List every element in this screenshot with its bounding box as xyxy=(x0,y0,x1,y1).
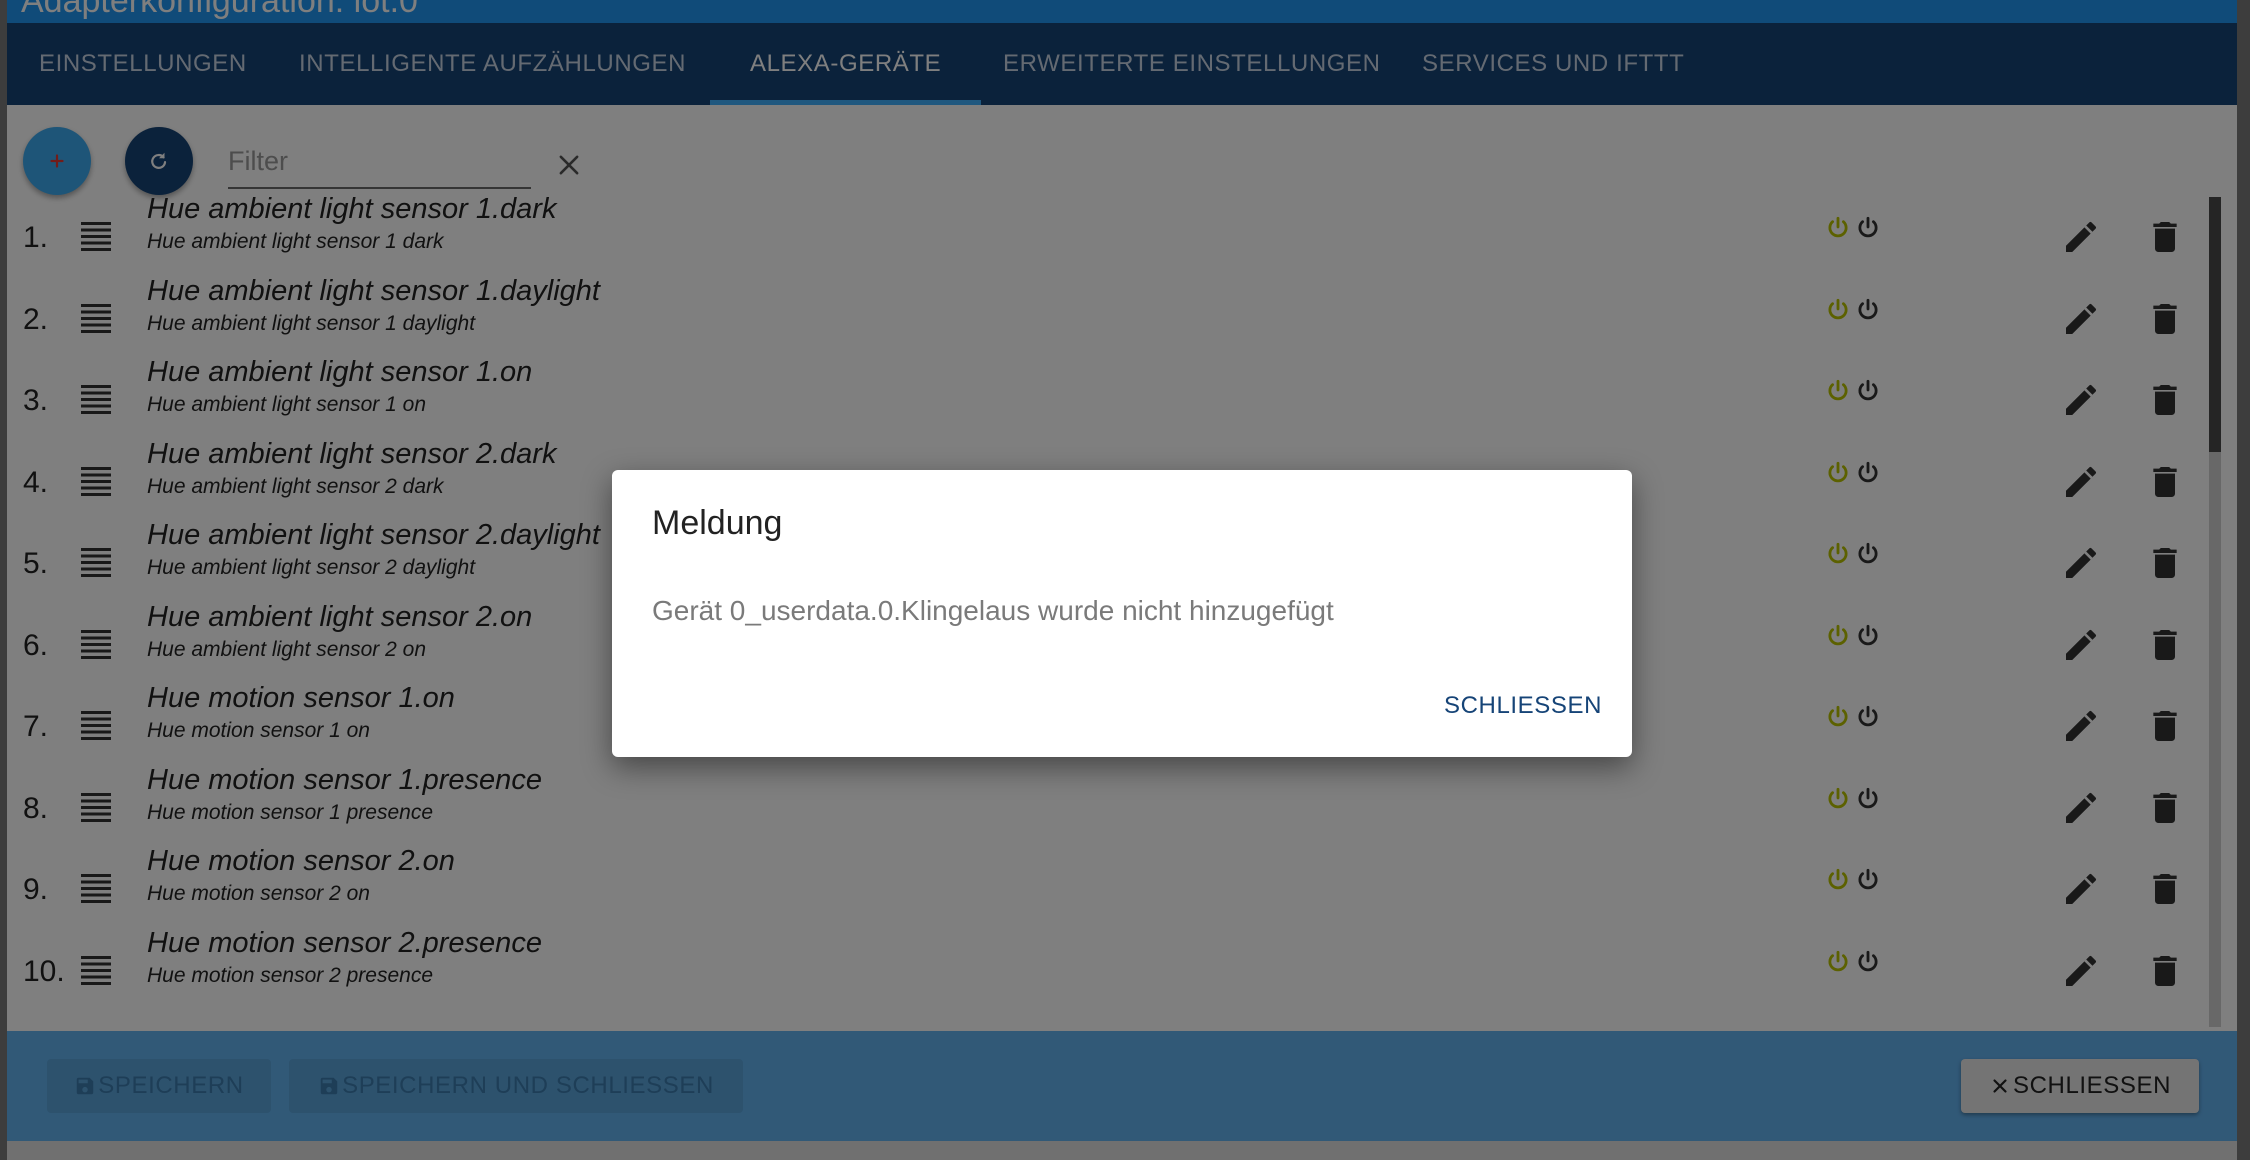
dialog-message: Gerät 0_userdata.0.Klingelaus wurde nich… xyxy=(652,595,1334,626)
dialog-title: Meldung xyxy=(652,504,783,542)
dialog-close-button[interactable]: SCHLIESSEN xyxy=(1434,682,1612,730)
message-dialog: Meldung Gerät 0_userdata.0.Klingelaus wu… xyxy=(612,470,1632,757)
